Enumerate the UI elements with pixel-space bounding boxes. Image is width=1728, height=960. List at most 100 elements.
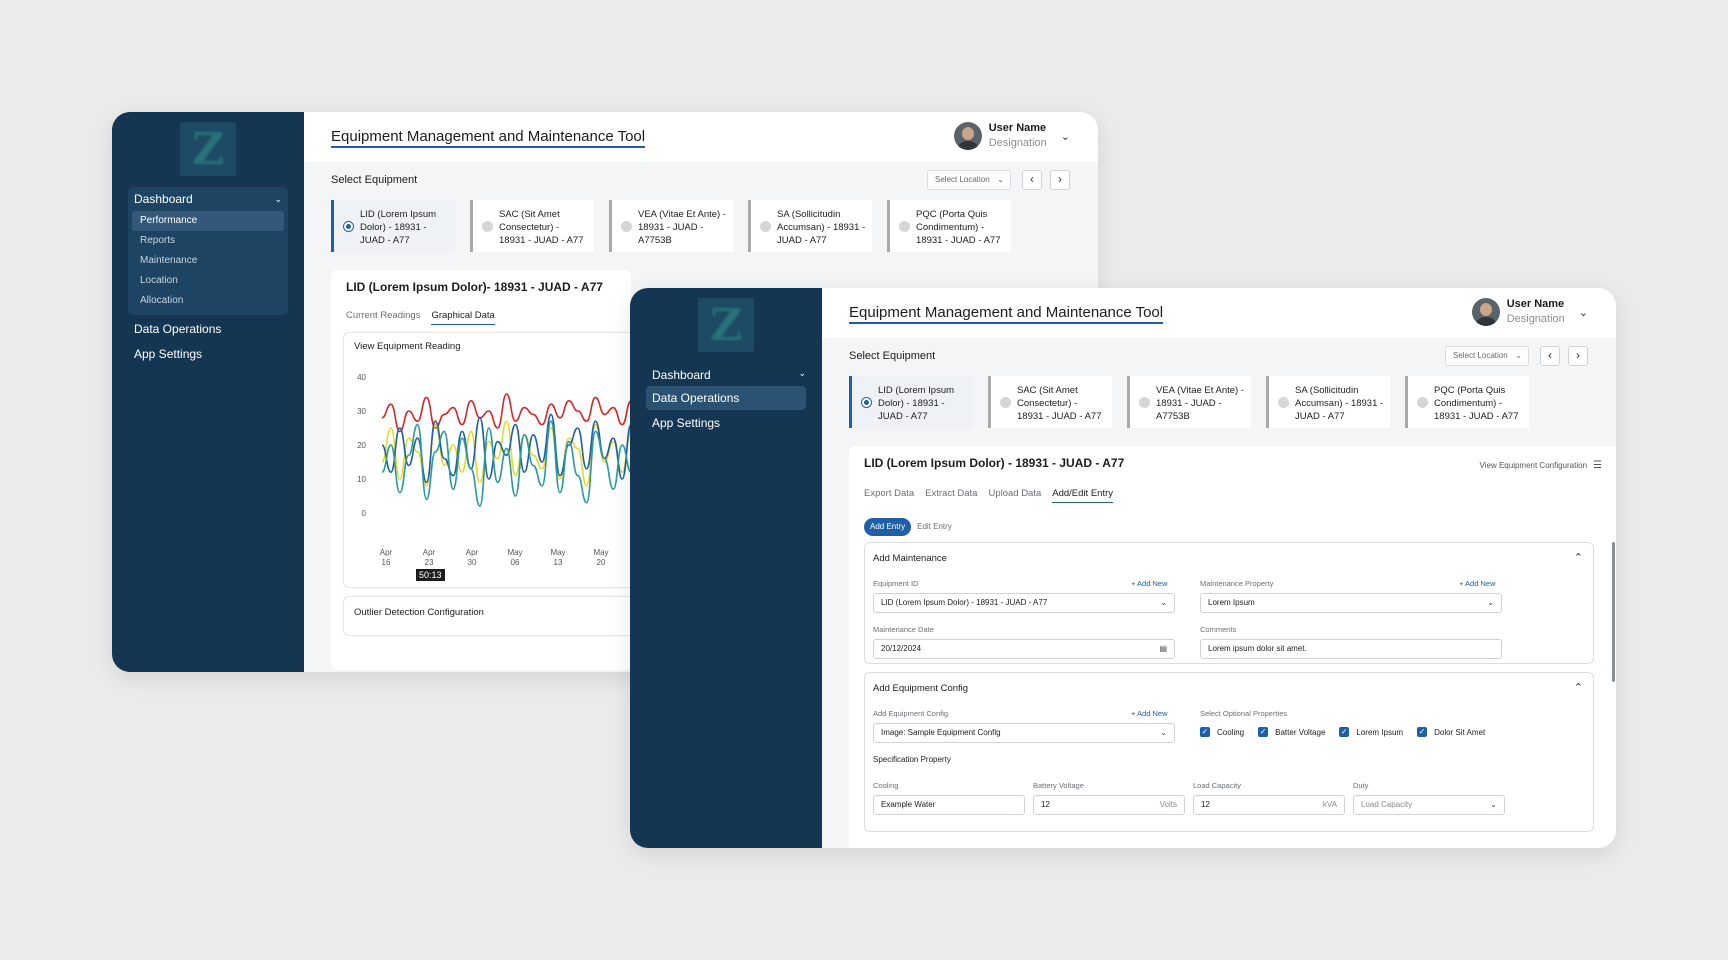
location-select-placeholder: Select Location [1453,351,1508,360]
x-tick-label: Apr [466,548,479,557]
prev-button[interactable]: ‹ [1022,170,1042,190]
scrollbar[interactable] [1612,542,1615,682]
x-tick-label: May [593,548,608,557]
sidebar-item-location[interactable]: Location [132,271,284,291]
user-menu[interactable]: User Name Designation ⌄ [953,121,1070,151]
tab-upload-data[interactable]: Upload Data [988,488,1041,503]
outlier-config-card[interactable]: Outlier Detection Configuration [343,596,643,636]
equipment-card[interactable]: PQC (Porta Quis Condimentum) - 18931 - J… [887,200,1011,252]
equipment-id-select[interactable]: LID (Lorem Ipsum Dolor) - 18931 - JUAD -… [873,593,1175,613]
calendar-icon[interactable]: ▤ [1159,640,1167,658]
user-designation: Designation [988,137,1047,149]
chevron-down-icon[interactable]: ⌄ [1061,130,1070,143]
outlier-config-title: Outlier Detection Configuration [354,607,484,618]
maintenance-property-select[interactable]: Lorem Ipsum ⌄ [1200,593,1502,613]
select-equipment-label: Select Equipment [849,350,936,362]
maintenance-date-field[interactable]: 20/12/2024 ▤ [873,639,1175,659]
chevron-down-icon[interactable]: ⌄ [1579,306,1588,319]
equipment-card-label: SAC (Sit Amet Consectetur) - 18931 - JUA… [1017,385,1102,422]
chevron-up-icon[interactable]: ⌃ [1574,681,1583,694]
sidebar-item-label: Dashboard [134,192,193,206]
sidebar-item-performance[interactable]: Performance [132,211,284,231]
load-capacity-field[interactable]: 12 kVA [1193,795,1345,815]
chevron-right-icon: › [1576,348,1580,362]
chart-card: View Equipment Reading 0 10 20 30 40 Apr 16 Apr… [343,332,643,588]
sidebar-item-reports[interactable]: Reports [132,231,284,251]
next-button[interactable]: › [1568,346,1588,366]
add-new-config-button[interactable]: + Add New [1131,709,1167,718]
next-button[interactable]: › [1050,170,1070,190]
tab-add-edit-entry[interactable]: Add/Edit Entry [1052,488,1113,503]
equipment-reading-chart: 010203040Apr16Apr23Apr30May06May13May20 [357,373,641,567]
equipment-card[interactable]: LID (Lorem Ipsum Dolor) - 18931 - JUAD -… [331,200,455,252]
cooling-label: Cooling [873,781,899,790]
series-line [381,393,641,433]
detail-tabs: Current Readings Graphical Data [346,310,506,325]
view-config-link[interactable]: View Equipment Configuration ☰ [1480,460,1602,471]
equipment-card[interactable]: VEA (Vitae Et Ante) - 18931 - JUAD - A77… [609,200,733,252]
tab-extract-data[interactable]: Extract Data [925,488,977,503]
maintenance-date-value: 20/12/2024 [881,644,922,653]
x-tick-label: Apr [423,548,436,557]
comments-field[interactable]: Lorem ipsum dolor sit amet. [1200,639,1502,659]
tab-export-data[interactable]: Export Data [864,488,914,503]
cooling-field[interactable]: Example Water [873,795,1025,815]
radio-icon [1278,397,1289,408]
checkbox-lorem-ipsum[interactable]: ✓ Lorem Ipsum [1339,727,1403,737]
maintenance-property-value: Lorem Ipsum [1208,598,1255,607]
equipment-card-label: LID (Lorem Ipsum Dolor) - 18931 - JUAD -… [878,385,955,422]
x-tick-label: 23 [425,558,434,567]
y-tick-label: 40 [357,373,366,382]
equipment-card[interactable]: SAC (Sit Amet Consectetur) - 18931 - JUA… [470,200,594,252]
prev-button[interactable]: ‹ [1540,346,1560,366]
equipment-card[interactable]: VEA (Vitae Et Ante) - 18931 - JUAD - A77… [1127,376,1251,428]
edit-entry-button[interactable]: Edit Entry [911,518,958,536]
duty-select[interactable]: Load Capacity ⌄ [1353,795,1505,815]
equipment-card[interactable]: PQC (Porta Quis Condimentum) - 18931 - J… [1405,376,1529,428]
load-capacity-value: 12 [1201,800,1210,809]
load-capacity-label: Load Capacity [1193,781,1241,790]
app-title: Equipment Management and Maintenance Too… [849,304,1164,324]
chevron-down-icon: ⌄ [798,368,806,378]
add-entry-button[interactable]: Add Entry [864,518,912,536]
app-logo: Z [180,122,236,176]
sidebar: Z Dashboard ⌄ Performance Reports Mainte… [112,112,304,672]
sidebar-item-dashboard[interactable]: Dashboard ⌄ [128,187,288,211]
equipment-id-value: LID (Lorem Ipsum Dolor) - 18931 - JUAD -… [881,598,1048,607]
equipment-card[interactable]: SA (Sollicitudin Accumsan) - 18931 - JUA… [748,200,872,252]
battery-voltage-field[interactable]: 12 Volts [1033,795,1185,815]
sidebar-item-app-settings[interactable]: App Settings [134,347,202,361]
add-equipment-config-panel: Add Equipment Config ⌃ Add Equipment Con… [864,672,1594,832]
comments-value: Lorem ipsum dolor sit amet. [1208,644,1307,653]
radio-icon [899,221,910,232]
sidebar-item-data-operations[interactable]: Data Operations [646,386,806,410]
sidebar-item-app-settings[interactable]: App Settings [652,416,720,430]
add-new-property-button[interactable]: + Add New [1459,579,1495,588]
equipment-card[interactable]: SA (Sollicitudin Accumsan) - 18931 - JUA… [1266,376,1390,428]
tab-graphical-data[interactable]: Graphical Data [431,310,495,325]
detail-tabs: Export Data Extract Data Upload Data Add… [864,488,1124,503]
sidebar-item-label: Dashboard [652,368,711,382]
chevron-down-icon: ⌄ [997,175,1004,184]
sidebar-item-data-operations[interactable]: Data Operations [134,322,221,336]
y-tick-label: 0 [362,509,367,518]
equipment-config-select[interactable]: Image: Sample Equipment Config ⌄ [873,723,1175,743]
add-new-equipment-id-button[interactable]: + Add New [1131,579,1167,588]
checkbox-cooling[interactable]: ✓ Cooling [1200,727,1244,737]
location-select[interactable]: Select Location ⌄ [927,170,1011,190]
user-menu[interactable]: User Name Designation ⌄ [1471,297,1588,327]
checkbox-label: Dolor Sit Amet [1434,727,1486,737]
sidebar-item-maintenance[interactable]: Maintenance [132,251,284,271]
equipment-card[interactable]: LID (Lorem Ipsum Dolor) - 18931 - JUAD -… [849,376,973,428]
chevron-left-icon: ‹ [1548,348,1552,362]
sidebar-item-allocation[interactable]: Allocation [132,291,284,311]
checkbox-dolor-sit-amet[interactable]: ✓ Dolor Sit Amet [1417,727,1485,737]
sidebar-item-dashboard[interactable]: Dashboard ⌄ [652,368,806,382]
tab-current-readings[interactable]: Current Readings [346,310,420,325]
location-select[interactable]: Select Location ⌄ [1445,346,1529,366]
checkbox-label: Lorem Ipsum [1356,727,1404,737]
checkbox-batter-voltage[interactable]: ✓ Batter Voltage [1258,727,1325,737]
equipment-card[interactable]: SAC (Sit Amet Consectetur) - 18931 - JUA… [988,376,1112,428]
equipment-detail: LID (Lorem Ipsum Dolor)- 18931 - JUAD - … [331,270,643,670]
chevron-up-icon[interactable]: ⌃ [1574,551,1583,564]
